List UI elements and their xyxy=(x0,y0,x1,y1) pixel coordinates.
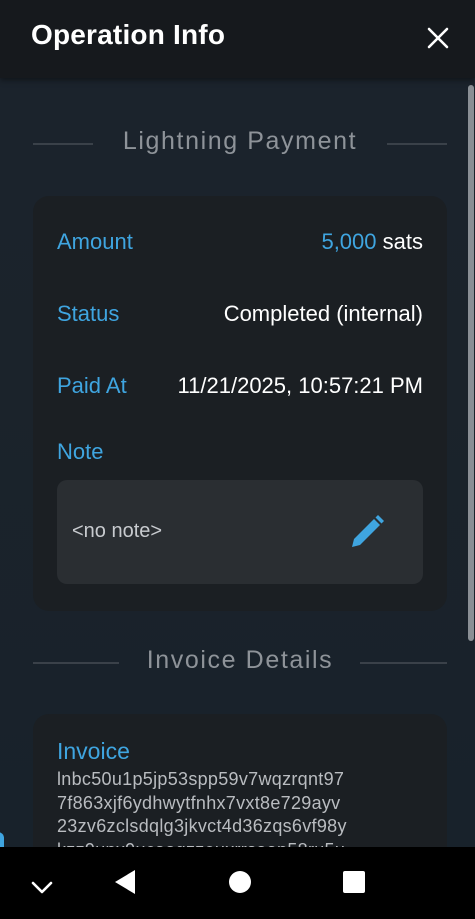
circle-home-icon xyxy=(229,871,251,893)
scroll-content[interactable]: Lightning Payment Amount 5,000 sats Stat… xyxy=(0,78,475,847)
square-recents-icon xyxy=(343,871,365,893)
edit-note-button[interactable] xyxy=(347,512,387,552)
triangle-back-icon xyxy=(115,870,135,894)
amount-label: Amount xyxy=(57,229,133,254)
amount-value: 5,000 sats xyxy=(321,229,423,255)
nav-hide-keyboard-button[interactable] xyxy=(22,847,62,919)
invoice-line: lnbc50u1p5jp53spp59v7wqzrqnt97 xyxy=(57,769,345,789)
status-label: Status xyxy=(57,301,120,326)
note-label: Note xyxy=(57,439,104,464)
divider-line-right xyxy=(360,662,447,664)
status-row: Status Completed (internal) xyxy=(57,301,423,337)
invoice-line: 7f863xjf6ydhwytfnhx7vxt8e729ayv xyxy=(57,792,341,813)
invoice-label: Invoice xyxy=(57,738,130,764)
close-button[interactable] xyxy=(422,22,454,54)
note-text: <no note> xyxy=(72,520,163,542)
status-value: Completed (internal) xyxy=(223,301,423,326)
close-icon xyxy=(427,27,449,49)
invoice-details-card: Invoice lnbc50u1p5jp53spp59v7wqzrqnt97 7… xyxy=(33,714,447,847)
pencil-icon xyxy=(352,515,384,547)
nav-home-button[interactable] xyxy=(220,847,260,919)
paid-at-value: 11/21/2025, 10:57:21 PM xyxy=(177,373,423,398)
paid-at-row: Paid At 11/21/2025, 10:57:21 PM xyxy=(57,373,423,409)
operation-info-screen: Operation Info Lightning Payment Amount … xyxy=(0,0,475,919)
invoice-section-header: Invoice Details xyxy=(33,642,447,682)
payment-section-header: Lightning Payment xyxy=(33,123,447,163)
payment-section-title: Lightning Payment xyxy=(122,127,358,155)
paid-at-label: Paid At xyxy=(57,373,127,398)
payment-details-card: Amount 5,000 sats Status Completed (inte… xyxy=(33,196,447,611)
invoice-section-title: Invoice Details xyxy=(146,646,334,674)
chevron-down-icon xyxy=(31,881,53,894)
invoice-line: kzz9unx9ucaagzzeuxrrsaan58ru5u xyxy=(57,839,347,848)
invoice-string[interactable]: lnbc50u1p5jp53spp59v7wqzrqnt97 7f863xjf6… xyxy=(57,768,347,847)
invoice-line: 23zv6zclsdqlg3jkvct4d36zqs6vf98y xyxy=(57,816,347,836)
note-box[interactable]: <no note> xyxy=(57,480,423,584)
amount-unit: sats xyxy=(382,229,423,254)
nav-back-button[interactable] xyxy=(106,847,146,919)
amount-row: Amount 5,000 sats xyxy=(57,229,423,265)
scrollbar-thumb[interactable] xyxy=(468,85,474,641)
nav-recents-button[interactable] xyxy=(334,847,374,919)
page-title: Operation Info xyxy=(31,19,226,50)
system-navigation-bar xyxy=(0,847,475,919)
app-header: Operation Info xyxy=(0,0,475,78)
amount-number: 5,000 xyxy=(321,229,377,254)
divider-line-right xyxy=(387,143,447,145)
